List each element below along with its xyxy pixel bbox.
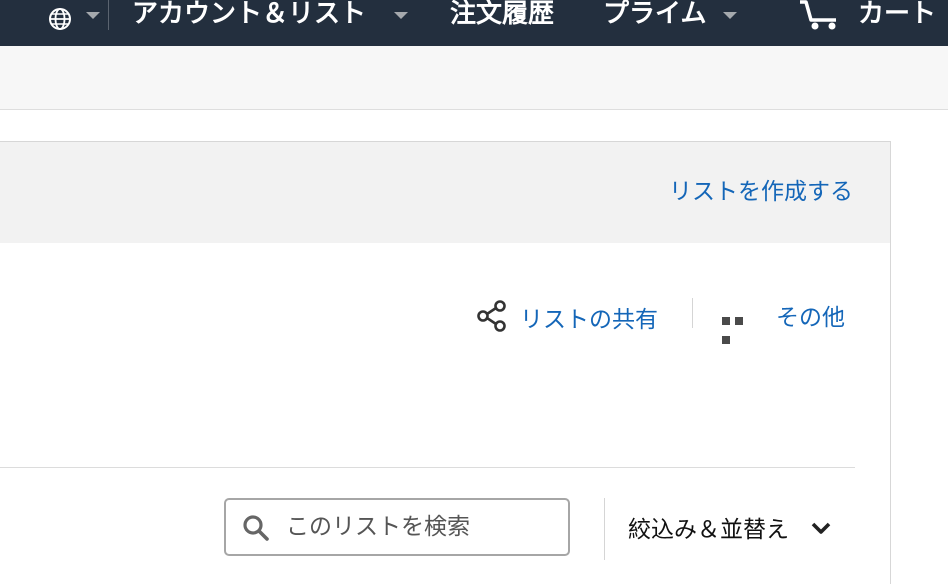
top-navigation-bar: アカウント＆リスト 注文履歴 プライム カート: [0, 0, 948, 46]
share-list-link[interactable]: リストの共有: [520, 300, 658, 334]
orders-link[interactable]: 注文履歴: [450, 0, 554, 29]
action-divider: [692, 298, 693, 328]
globe-icon[interactable]: [46, 7, 74, 31]
nav-divider: [108, 0, 109, 30]
toolbar-divider: [604, 498, 605, 560]
account-chevron-down-icon[interactable]: [394, 12, 408, 19]
create-list-link[interactable]: リストを作成する: [669, 172, 853, 206]
search-icon: [243, 515, 269, 541]
filter-sort-button[interactable]: 絞込み＆並替え: [628, 510, 789, 544]
list-search-box[interactable]: [224, 498, 570, 556]
prime-menu[interactable]: プライム: [603, 0, 706, 29]
language-chevron-down-icon[interactable]: [86, 12, 100, 19]
sub-navigation-bar: [0, 46, 948, 110]
more-options-link[interactable]: その他: [776, 298, 845, 332]
more-dots-icon[interactable]: [722, 310, 760, 344]
lists-panel-header: リストを作成する: [0, 141, 891, 244]
cart-label[interactable]: カート: [858, 0, 936, 29]
cart-icon[interactable]: [798, 0, 854, 30]
section-divider: [0, 467, 855, 468]
list-search-input[interactable]: [286, 510, 556, 544]
share-icon[interactable]: [476, 300, 508, 332]
chevron-down-icon[interactable]: [810, 520, 832, 536]
account-lists-menu[interactable]: アカウント＆リスト: [132, 0, 366, 29]
prime-chevron-down-icon[interactable]: [723, 12, 737, 19]
